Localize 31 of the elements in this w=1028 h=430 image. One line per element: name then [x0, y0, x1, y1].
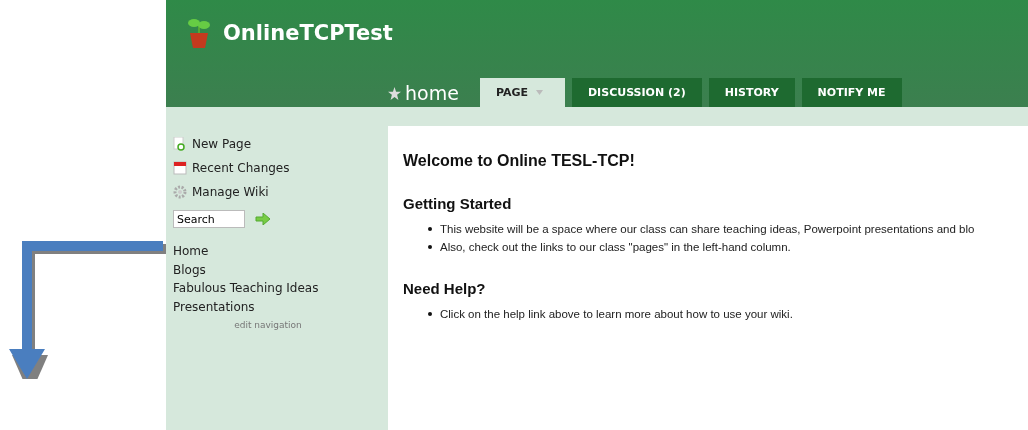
bullet-text: Click on the help link above to learn more about how to use your wiki.	[440, 307, 793, 322]
tab[interactable]: HISTORY	[708, 78, 795, 107]
bullet-text: This website will be a space where our class can share teaching ideas, Powerpoint presentations and blo	[440, 222, 975, 237]
nav-link[interactable]: Presentations	[173, 297, 388, 316]
edit-navigation-link[interactable]: edit navigation	[173, 320, 363, 330]
tab[interactable]: DISCUSSION (2)	[572, 78, 702, 107]
tab[interactable]: PAGE	[479, 78, 565, 107]
nav-link[interactable]: Blogs	[173, 260, 388, 279]
sidebar-action-link[interactable]: Manage Wiki	[192, 185, 269, 199]
section-heading: Getting Started	[403, 195, 513, 212]
nav-link[interactable]: Fabulous Teaching Ideas	[173, 279, 388, 298]
nav-link[interactable]: Home	[173, 242, 388, 261]
search-field[interactable]: Search	[173, 210, 245, 228]
bullet-text: Also, check out the links to our class "pages" in the left-hand column.	[440, 240, 791, 255]
section-heading: Need Help?	[403, 280, 487, 297]
page-title: home	[405, 82, 459, 104]
tab[interactable]: NOTIFY ME	[801, 78, 902, 107]
caret-icon	[536, 90, 543, 95]
site-title: OnlineTCPTest	[223, 21, 393, 45]
bullet-icon	[428, 245, 432, 249]
bullet-icon	[428, 227, 432, 231]
go-arrow-icon[interactable]	[255, 213, 271, 225]
star-icon	[388, 86, 401, 100]
potted-plant-icon	[187, 18, 211, 48]
bullet-icon	[428, 312, 432, 316]
sidebar-action-link[interactable]: New Page	[192, 137, 252, 151]
sidebar-action-link[interactable]: Recent Changes	[192, 161, 290, 175]
gear-icon	[173, 185, 187, 199]
page-heading: Welcome to Online TESL-TCP!	[403, 152, 636, 170]
new-page-icon	[173, 137, 187, 151]
calendar-icon	[173, 161, 187, 175]
